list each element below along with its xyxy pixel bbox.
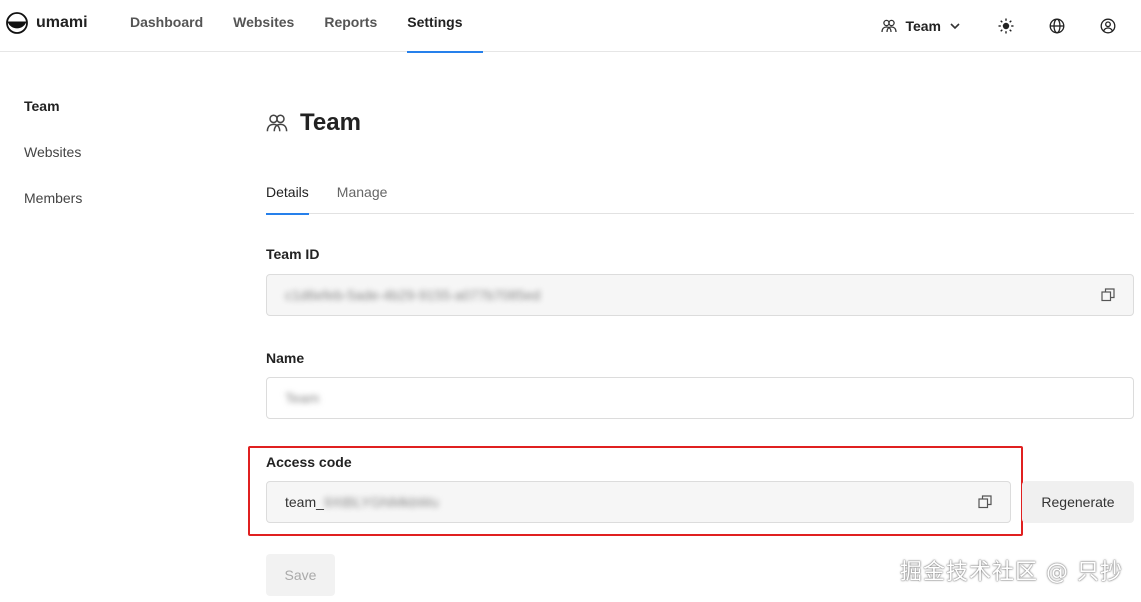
team-settings-panel: Team Details Manage Team ID c1d6efeb-5ad… bbox=[266, 108, 1134, 523]
nav-dashboard[interactable]: Dashboard bbox=[115, 0, 218, 52]
name-input[interactable]: Team bbox=[266, 377, 1134, 419]
top-navbar: umami Dashboard Websites Reports Setting… bbox=[0, 0, 1141, 53]
theme-toggle-button[interactable] bbox=[997, 17, 1015, 35]
tab-details[interactable]: Details bbox=[266, 184, 309, 215]
save-button[interactable]: Save bbox=[266, 554, 335, 596]
team-id-label: Team ID bbox=[266, 246, 320, 262]
regenerate-button[interactable]: Regenerate bbox=[1022, 481, 1134, 523]
sidebar-item-websites[interactable]: Websites bbox=[24, 144, 204, 190]
globe-icon bbox=[1049, 18, 1065, 34]
sun-icon bbox=[998, 18, 1014, 34]
profile-button[interactable] bbox=[1099, 17, 1117, 35]
tab-manage[interactable]: Manage bbox=[337, 184, 388, 214]
team-switcher-label: Team bbox=[905, 18, 941, 34]
users-icon bbox=[881, 19, 898, 33]
nav-websites[interactable]: Websites bbox=[218, 0, 309, 52]
name-label: Name bbox=[266, 350, 305, 366]
sidebar-item-members[interactable]: Members bbox=[24, 190, 204, 236]
brand-name: umami bbox=[36, 14, 88, 31]
tab-bar: Details Manage bbox=[266, 184, 1134, 215]
brand-logo[interactable]: umami bbox=[6, 12, 88, 34]
name-value: Team bbox=[285, 390, 320, 406]
umami-logo-icon bbox=[6, 12, 28, 34]
watermark: 掘金技术社区 @ 只抄 bbox=[900, 560, 1123, 585]
sidebar-item-team[interactable]: Team bbox=[24, 98, 204, 144]
nav-settings[interactable]: Settings bbox=[392, 0, 484, 53]
team-switcher[interactable]: Team bbox=[881, 18, 961, 34]
page-header: Team bbox=[266, 108, 1134, 138]
top-right-controls: Team bbox=[881, 0, 1141, 52]
team-id-value: c1d6efeb-5ade-4b29-9155-a077b7085ed bbox=[285, 287, 541, 303]
copy-icon[interactable] bbox=[1101, 288, 1115, 302]
page-title: Team bbox=[300, 109, 361, 136]
nav-reports[interactable]: Reports bbox=[309, 0, 392, 52]
main-nav: Dashboard Websites Reports Settings bbox=[115, 0, 484, 53]
team-id-field[interactable]: c1d6efeb-5ade-4b29-9155-a077b7085ed bbox=[266, 274, 1134, 316]
profile-icon bbox=[1100, 18, 1116, 34]
chevron-down-icon bbox=[950, 23, 960, 30]
language-button[interactable] bbox=[1048, 17, 1066, 35]
annotation-highlight-box bbox=[248, 446, 1023, 536]
settings-sidebar: Team Websites Members bbox=[24, 98, 204, 236]
users-icon bbox=[266, 114, 288, 132]
